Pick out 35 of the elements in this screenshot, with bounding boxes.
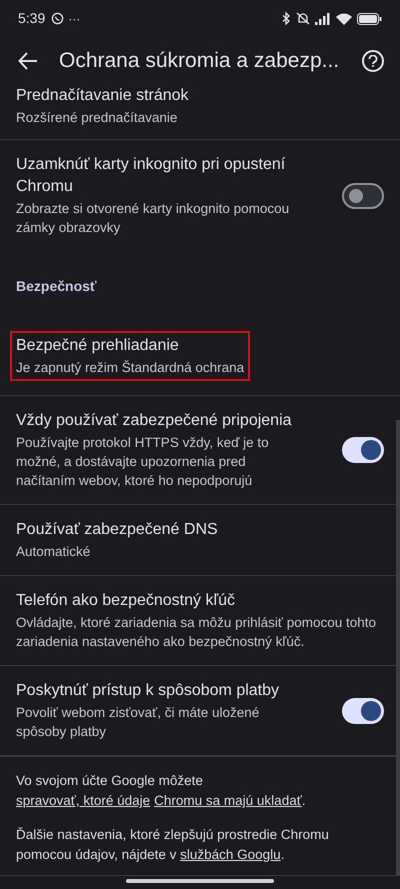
setting-title[interactable]: Vždy používať zabezpečené pripojenia	[16, 410, 296, 432]
bluetooth-icon	[282, 12, 291, 25]
link[interactable]: Chromu sa majú ukladať	[154, 793, 302, 808]
chat-icon	[51, 12, 64, 25]
setting-title[interactable]: Bezpečné prehliadanie	[16, 335, 244, 357]
toggle-switch[interactable]	[342, 437, 384, 463]
setting-description: Rozšírené prednačítavanie	[16, 109, 178, 127]
link[interactable]: spravovať, ktoré údaje	[16, 793, 150, 808]
setting-title[interactable]: Uzamknúť karty inkognito pri opustení Chromu	[16, 154, 296, 198]
info-paragraph: Ďalšie nastavenia, ktoré zlepšujú prostredie Chromu pomocou údajov, nájdete v službách Googlu.	[16, 826, 330, 864]
wifi-icon	[336, 12, 352, 24]
signal-icon	[315, 12, 331, 24]
link[interactable]: službách Googlu	[180, 847, 281, 862]
more-notifications: ···	[68, 10, 80, 28]
battery-icon	[357, 12, 382, 24]
section-heading: Bezpečnosť	[16, 278, 97, 294]
setting-title[interactable]: Prednačítavanie stránok	[16, 85, 189, 107]
setting-title[interactable]: Používať zabezpečené DNS	[16, 519, 218, 541]
toggle-switch[interactable]	[342, 698, 384, 724]
setting-description: Povoliť webom zisťovať, či máte uložené spôsoby platby	[16, 704, 260, 741]
toggle-switch[interactable]	[342, 182, 384, 208]
help-button[interactable]	[362, 50, 384, 72]
page-title: Ochrana súkromia a zabezp...	[59, 48, 340, 74]
muted-bell-icon	[296, 12, 310, 25]
status-time: 5:39	[18, 9, 46, 28]
setting-description: Ovládajte, ktoré zariadenia sa môžu prihlásiť pomocou tohto zariadenia nastaveného ako bezpečnostný kľúč.	[16, 614, 378, 651]
back-arrow-icon	[18, 52, 38, 70]
setting-description: Je zapnutý režim Štandardná ochrana	[16, 359, 244, 377]
setting-description: Používajte protokol HTTPS vždy, keď je to možné, a dostávajte upozornenia pred načítaním webov, ktoré ho nepodporujú	[16, 434, 270, 490]
setting-description: Automatické	[16, 543, 92, 561]
help-icon	[368, 55, 378, 67]
setting-description: Zobrazte si otvorené karty inkognito pomocou zámky obrazovky	[16, 200, 290, 237]
setting-title[interactable]: Poskytnúť prístup k spôsobom platby	[16, 680, 296, 702]
setting-title[interactable]: Telefón ako bezpečnostný kľúč	[16, 590, 384, 612]
info-paragraph: Vo svojom účte Google môžete spravovať, ktoré údaje Chromu sa majú ukladať.	[16, 772, 307, 810]
